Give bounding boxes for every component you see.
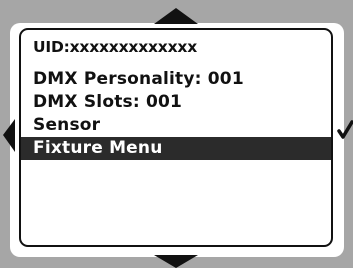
device-frame: UID:xxxxxxxxxxxxx DMX Personality: 001 D… — [0, 0, 353, 268]
lcd-screen: UID:xxxxxxxxxxxxx DMX Personality: 001 D… — [19, 28, 333, 247]
menu-item-sensor[interactable]: Sensor — [21, 114, 331, 137]
menu-list: DMX Personality: 001 DMX Slots: 001 Sens… — [21, 68, 331, 160]
menu-item-dmx-slots[interactable]: DMX Slots: 001 — [21, 91, 331, 114]
uid-label: UID:xxxxxxxxxxxxx — [33, 38, 197, 56]
menu-item-fixture-menu[interactable]: Fixture Menu — [21, 137, 331, 160]
uid-text: UID:xxxxxxxxxxxxx — [33, 38, 197, 56]
menu-item-dmx-personality[interactable]: DMX Personality: 001 — [21, 68, 331, 91]
